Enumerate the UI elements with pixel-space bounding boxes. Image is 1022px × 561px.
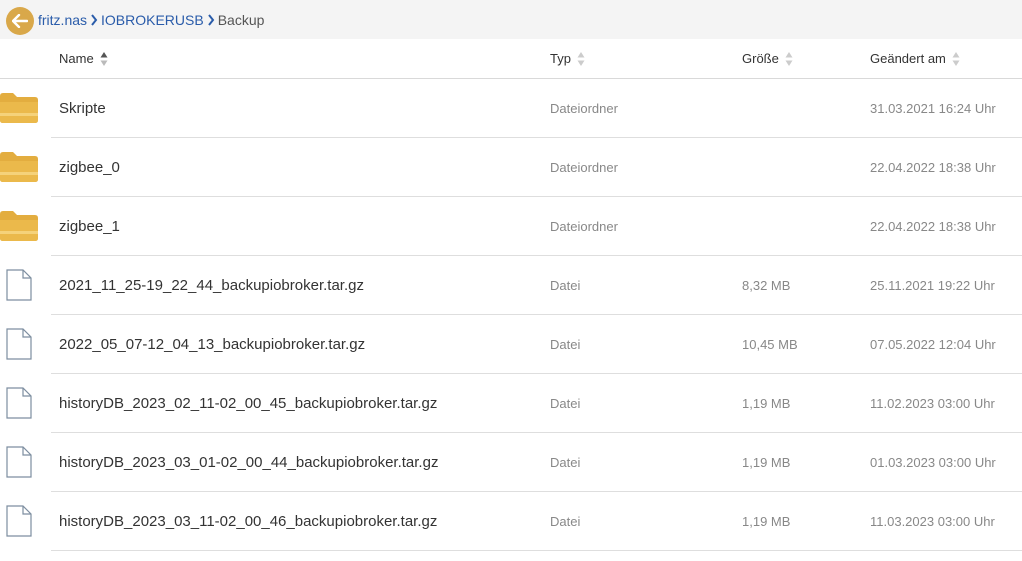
file-name: 2022_05_07-12_04_13_backupiobroker.tar.g…: [59, 335, 366, 353]
table-row[interactable]: historyDB_2023_03_11-02_00_46_backupiobr…: [0, 492, 1022, 551]
file-name: historyDB_2023_03_01-02_00_44_backupiobr…: [59, 453, 439, 471]
file-size: 10,45 MB: [742, 336, 798, 352]
folder-icon: [0, 79, 40, 137]
breadcrumb-item-fritz-nas[interactable]: fritz.nas: [38, 12, 87, 28]
file-modified: 25.11.2021 19:22 Uhr: [870, 277, 995, 293]
breadcrumb-bar: fritz.nas IOBROKERUSB Backup: [0, 0, 1022, 39]
file-type: Datei: [550, 454, 581, 470]
column-header-name[interactable]: Name: [59, 39, 108, 78]
file-name: zigbee_1: [59, 217, 120, 235]
file-name: historyDB_2023_02_11-02_00_45_backupiobr…: [59, 394, 438, 412]
file-size: 1,19 MB: [742, 454, 791, 470]
file-list: Skripte Dateiordner 31.03.2021 16:24 Uhr z…: [0, 79, 1022, 551]
file-type: Datei: [550, 277, 581, 293]
file-name: zigbee_0: [59, 158, 120, 176]
file-icon: [0, 374, 40, 432]
file-icon: [0, 492, 40, 550]
file-type: Datei: [550, 395, 581, 411]
folder-icon: [0, 197, 40, 255]
file-modified: 11.02.2023 03:00 Uhr: [870, 395, 995, 411]
breadcrumb: fritz.nas IOBROKERUSB Backup: [38, 0, 264, 39]
arrow-left-icon: [12, 14, 28, 28]
table-row[interactable]: zigbee_0 Dateiordner 22.04.2022 18:38 Uhr: [0, 138, 1022, 197]
column-header-size[interactable]: Größe: [742, 39, 793, 78]
file-size: 8,32 MB: [742, 277, 791, 293]
table-row[interactable]: 2022_05_07-12_04_13_backupiobroker.tar.g…: [0, 315, 1022, 374]
file-type: Dateiordner: [550, 159, 618, 175]
file-name: 2021_11_25-19_22_44_backupiobroker.tar.g…: [59, 276, 364, 294]
breadcrumb-item-backup: Backup: [217, 11, 265, 28]
file-icon: [0, 315, 40, 373]
file-modified: 01.03.2023 03:00 Uhr: [870, 454, 996, 470]
table-row[interactable]: historyDB_2023_03_01-02_00_44_backupiobr…: [0, 433, 1022, 492]
back-button[interactable]: [6, 7, 34, 35]
table-row[interactable]: 2021_11_25-19_22_44_backupiobroker.tar.g…: [0, 256, 1022, 315]
file-name: Skripte: [59, 99, 106, 117]
file-name: historyDB_2023_03_11-02_00_46_backupiobr…: [59, 512, 438, 530]
file-modified: 11.03.2023 03:00 Uhr: [870, 513, 995, 529]
file-type: Dateiordner: [550, 100, 618, 116]
breadcrumb-item-iobrokerusb[interactable]: IOBROKERUSB: [101, 12, 204, 28]
chevron-right-icon: [204, 13, 218, 26]
folder-icon: [0, 138, 40, 196]
file-modified: 07.05.2022 12:04 Uhr: [870, 336, 996, 352]
sort-icon: [785, 51, 793, 66]
file-modified: 22.04.2022 18:38 Uhr: [870, 159, 996, 175]
file-modified: 31.03.2021 16:24 Uhr: [870, 100, 996, 116]
column-header-modified[interactable]: Geändert am: [870, 39, 960, 78]
chevron-right-icon: [87, 13, 101, 26]
column-header-type[interactable]: Typ: [550, 39, 585, 78]
table-row[interactable]: zigbee_1 Dateiordner 22.04.2022 18:38 Uhr: [0, 197, 1022, 256]
file-icon: [0, 256, 40, 314]
file-size: 1,19 MB: [742, 395, 791, 411]
table-header: Name Typ Größe Geändert am: [0, 39, 1022, 79]
file-icon: [0, 433, 40, 491]
file-size: 1,19 MB: [742, 513, 791, 529]
sort-icon: [952, 51, 960, 66]
table-row[interactable]: Skripte Dateiordner 31.03.2021 16:24 Uhr: [0, 79, 1022, 138]
file-type: Datei: [550, 336, 581, 352]
file-modified: 22.04.2022 18:38 Uhr: [870, 218, 996, 234]
sort-icon: [577, 51, 585, 66]
file-type: Datei: [550, 513, 581, 529]
file-type: Dateiordner: [550, 218, 618, 234]
table-row[interactable]: historyDB_2023_02_11-02_00_45_backupiobr…: [0, 374, 1022, 433]
sort-ascending-icon: [100, 51, 108, 66]
